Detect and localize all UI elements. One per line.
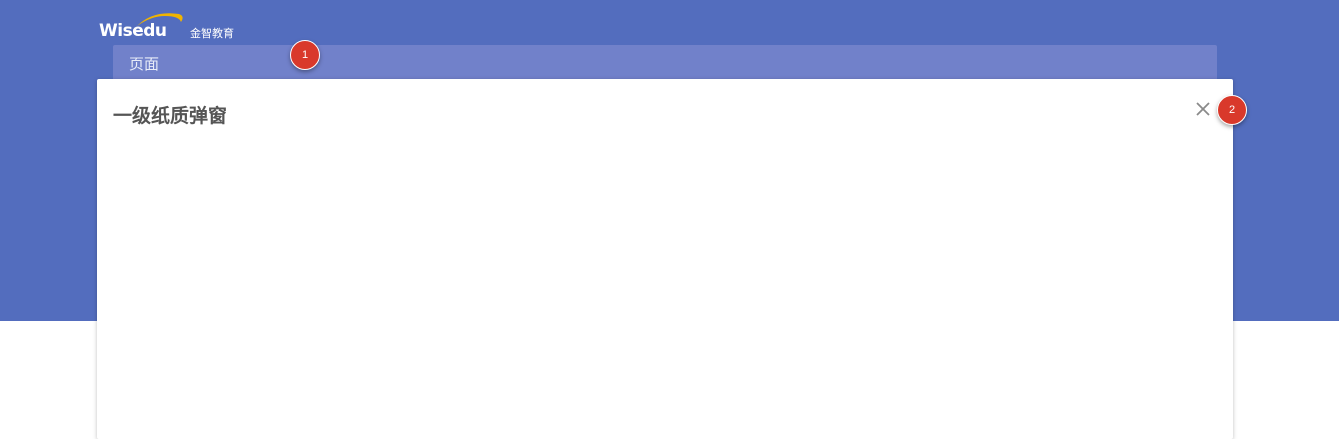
dialog-title: 一级纸质弹窗 bbox=[113, 105, 228, 127]
logo-chinese-name: 金智教育 bbox=[190, 27, 234, 40]
paper-dialog: 一级纸质弹窗 bbox=[97, 79, 1233, 439]
page-bar-label: 页面 bbox=[129, 55, 160, 73]
logo-wordmark: Wisedu bbox=[99, 21, 167, 41]
brand-logo[interactable]: Wisedu 金智教育 bbox=[99, 10, 249, 42]
close-icon bbox=[1196, 102, 1210, 116]
annotation-badge-1: 1 bbox=[290, 40, 320, 70]
annotation-badge-2: 2 bbox=[1217, 95, 1247, 125]
page-bar: 页面 bbox=[113, 45, 1217, 79]
close-button[interactable] bbox=[1193, 99, 1213, 119]
